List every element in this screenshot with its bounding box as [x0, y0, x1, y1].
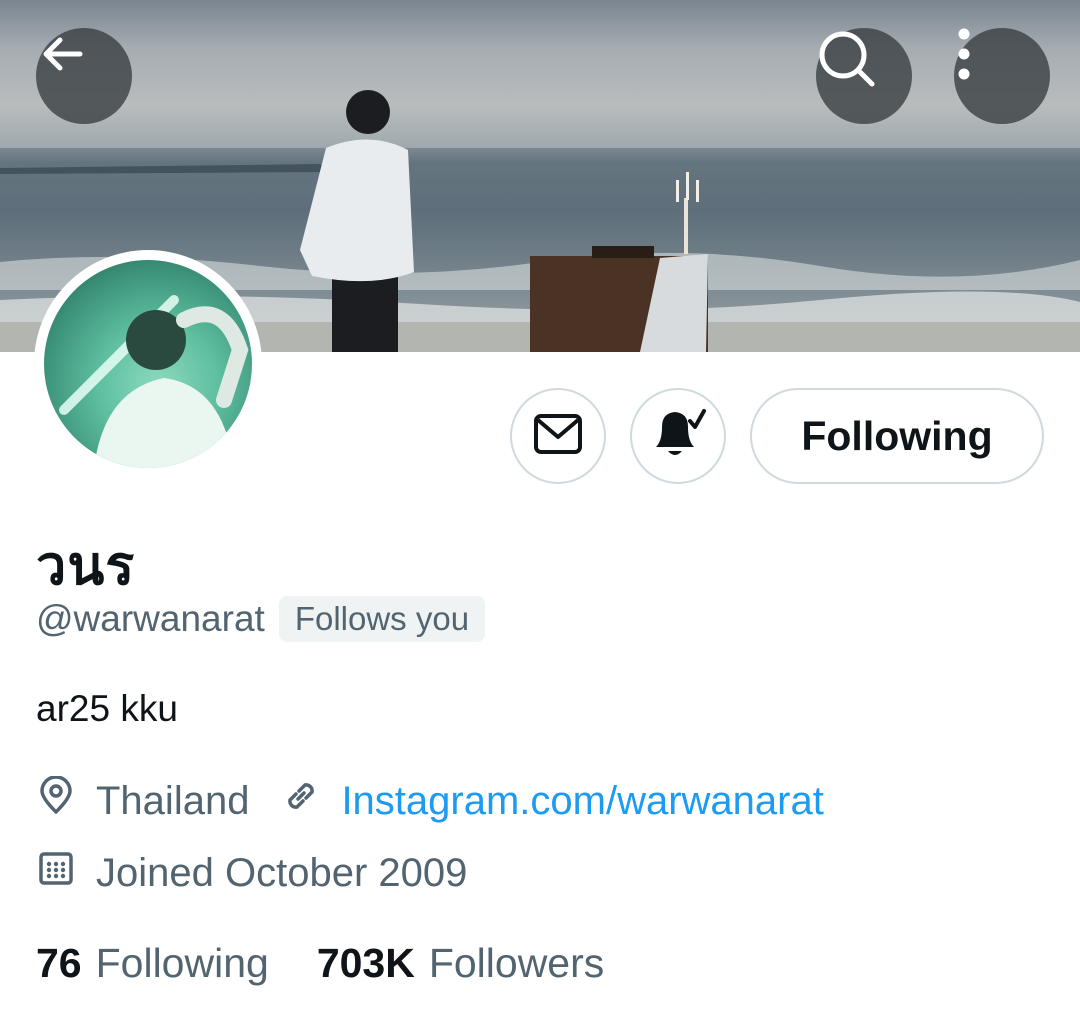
- search-button[interactable]: [816, 28, 912, 124]
- envelope-icon: [533, 413, 583, 460]
- website-item[interactable]: Instagram.com/warwanarat: [281, 776, 824, 826]
- following-label: Following: [95, 940, 269, 986]
- follows-you-badge: Follows you: [278, 596, 486, 642]
- followers-stat[interactable]: 703K Followers: [317, 940, 604, 987]
- followers-count: 703K: [316, 940, 415, 986]
- joined-text: Joined October 2009: [96, 850, 468, 895]
- followers-label: Followers: [428, 940, 605, 986]
- calendar-icon: [36, 848, 96, 898]
- profile-avatar[interactable]: [34, 250, 262, 478]
- notifications-button[interactable]: [630, 388, 726, 484]
- back-button[interactable]: [36, 28, 132, 124]
- avatar-image: [44, 260, 252, 468]
- profile-bio: ar25 kku: [36, 688, 178, 729]
- location-item: Thailand: [36, 775, 250, 826]
- handle-row: @warwanarat Follows you: [36, 596, 486, 642]
- joined-item: Joined October 2009: [36, 848, 467, 898]
- message-button[interactable]: [510, 388, 606, 484]
- website-link[interactable]: Instagram.com/warwanarat: [341, 779, 823, 824]
- joined-row: Joined October 2009: [36, 848, 467, 898]
- profile-stats: 76 Following 703K Followers: [36, 940, 604, 987]
- following-count: 76: [36, 940, 82, 986]
- location-pin-icon: [36, 775, 96, 826]
- user-handle: @warwanarat: [36, 598, 265, 639]
- following-button[interactable]: Following: [750, 388, 1044, 484]
- bell-check-icon: [648, 407, 708, 466]
- profile-meta-row: Thailand Instagram.com/warwanarat: [36, 775, 824, 826]
- link-icon: [281, 776, 341, 826]
- more-options-button[interactable]: [954, 28, 1050, 124]
- location-text: Thailand: [96, 778, 250, 823]
- following-stat[interactable]: 76 Following: [36, 940, 269, 987]
